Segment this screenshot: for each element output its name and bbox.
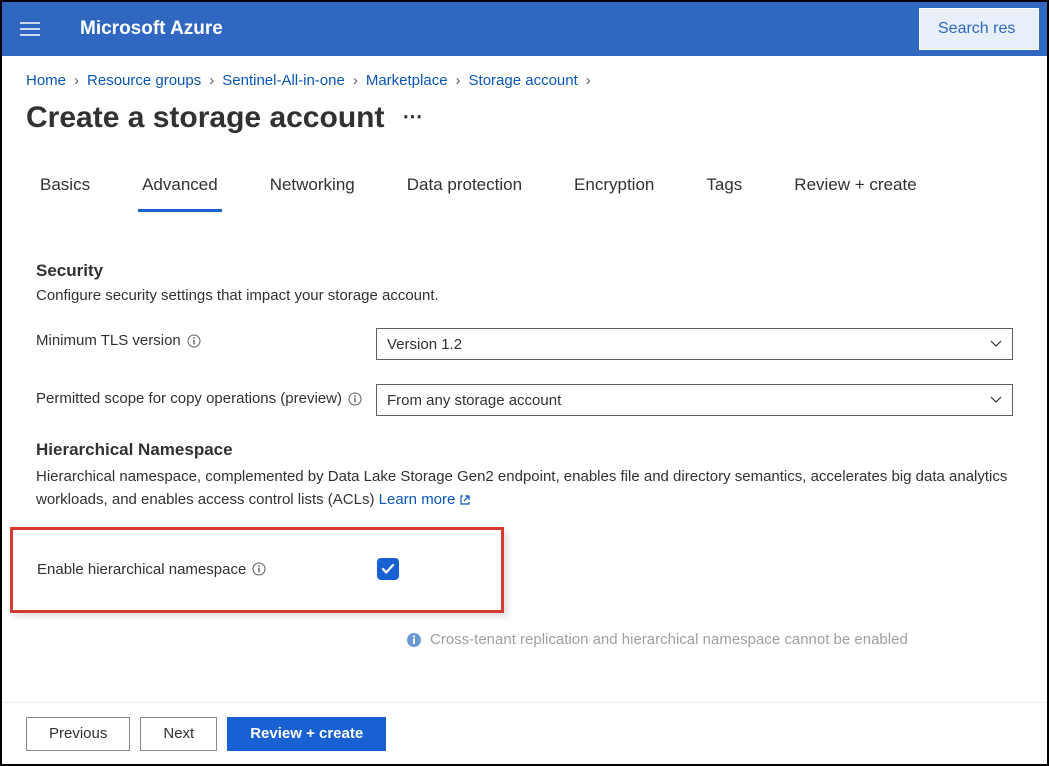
tab-encryption[interactable]: Encryption (570, 159, 658, 211)
tab-advanced[interactable]: Advanced (138, 159, 222, 212)
security-heading: Security (36, 261, 1013, 281)
page-title-text: Create a storage account (26, 101, 384, 135)
next-button[interactable]: Next (140, 717, 217, 751)
chevron-right-icon: › (209, 72, 214, 89)
more-dots-icon[interactable]: ⋯ (402, 104, 422, 129)
tab-tags[interactable]: Tags (702, 159, 746, 211)
info-icon (406, 632, 422, 648)
tab-basics[interactable]: Basics (36, 159, 94, 211)
scope-dropdown[interactable]: From any storage account (376, 384, 1013, 416)
info-icon[interactable] (187, 334, 201, 348)
breadcrumb-link[interactable]: Storage account (469, 72, 578, 89)
warning-row: Cross-tenant replication and hierarchica… (406, 631, 1013, 648)
search-input[interactable] (938, 20, 1028, 38)
brand-title: Microsoft Azure (80, 18, 919, 40)
hns-description: Hierarchical namespace, complemented by … (36, 466, 1013, 511)
tab-data-protection[interactable]: Data protection (403, 159, 526, 211)
enable-hns-checkbox[interactable] (377, 558, 399, 580)
warning-text: Cross-tenant replication and hierarchica… (430, 631, 908, 648)
chevron-down-icon (990, 340, 1002, 348)
breadcrumb-link[interactable]: Resource groups (87, 72, 201, 89)
scope-value: From any storage account (387, 392, 561, 409)
footer-bar: Previous Next Review + create (2, 702, 1047, 764)
breadcrumb-link[interactable]: Home (26, 72, 66, 89)
learn-more-text: Learn more (379, 489, 456, 512)
tab-review-create[interactable]: Review + create (790, 159, 920, 211)
highlighted-region: Enable hierarchical namespace (10, 527, 504, 613)
tls-label: Minimum TLS version (36, 332, 181, 349)
page-title: Create a storage account ⋯ (2, 97, 1047, 159)
info-icon[interactable] (348, 392, 362, 406)
breadcrumb: Home › Resource groups › Sentinel-All-in… (2, 56, 1047, 97)
scope-label: Permitted scope for copy operations (pre… (36, 388, 342, 409)
chevron-right-icon: › (353, 72, 358, 89)
tab-networking[interactable]: Networking (266, 159, 359, 211)
hns-description-text: Hierarchical namespace, complemented by … (36, 468, 1007, 508)
previous-button[interactable]: Previous (26, 717, 130, 751)
chevron-right-icon: › (456, 72, 461, 89)
info-icon[interactable] (252, 562, 266, 576)
tls-dropdown[interactable]: Version 1.2 (376, 328, 1013, 360)
chevron-down-icon (990, 396, 1002, 404)
chevron-right-icon: › (586, 72, 591, 89)
global-search[interactable] (919, 8, 1039, 50)
security-description: Configure security settings that impact … (36, 287, 1013, 304)
chevron-right-icon: › (74, 72, 79, 89)
tabs: Basics Advanced Networking Data protecti… (2, 159, 1047, 211)
breadcrumb-link[interactable]: Sentinel-All-in-one (222, 72, 345, 89)
breadcrumb-link[interactable]: Marketplace (366, 72, 448, 89)
tls-value: Version 1.2 (387, 336, 462, 353)
learn-more-link[interactable]: Learn more (379, 489, 472, 512)
external-link-icon (459, 494, 471, 506)
hamburger-icon[interactable] (10, 9, 50, 49)
hns-heading: Hierarchical Namespace (36, 440, 1013, 460)
review-create-button[interactable]: Review + create (227, 717, 386, 751)
top-nav: Microsoft Azure (2, 2, 1047, 56)
enable-hns-label: Enable hierarchical namespace (37, 561, 246, 578)
